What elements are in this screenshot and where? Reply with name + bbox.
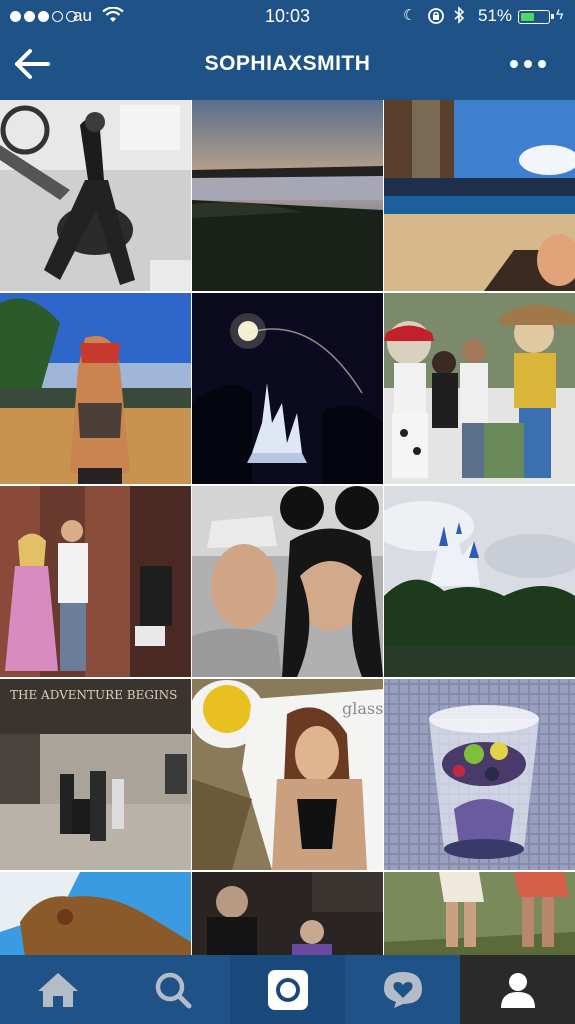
rotation-lock-icon <box>427 7 445 30</box>
status-bar: au 10:03 ☾ 51% ϟ <box>0 0 575 34</box>
photo-tile-fruit-cup[interactable] <box>384 679 575 870</box>
do-not-disturb-icon: ☾ <box>403 7 417 24</box>
photo-tile-bikini[interactable] <box>0 293 191 484</box>
photo-tile-adventure-begins[interactable]: THE ADVENTURE BEGINS <box>0 679 191 870</box>
camera-icon <box>267 969 308 1010</box>
photo-grid: THE ADVENTURE BEGINS glass <box>0 100 575 955</box>
page-title: SOPHIAXSMITH <box>204 52 371 75</box>
photo-tile-gym[interactable] <box>0 100 191 291</box>
photo-tile-magazine-tea[interactable]: glass <box>192 679 383 870</box>
tab-home[interactable] <box>0 955 115 1024</box>
tab-profile[interactable] <box>460 955 575 1024</box>
photo-tile-toy-story[interactable] <box>384 293 575 484</box>
photo-tile-selfie-ears[interactable] <box>192 486 383 677</box>
battery-icon <box>518 10 554 24</box>
profile-nav-bar: SOPHIAXSMITH <box>0 34 575 96</box>
tab-activity[interactable] <box>345 955 460 1024</box>
more-options-button[interactable] <box>510 56 554 72</box>
photo-tile-castle-day[interactable] <box>384 486 575 677</box>
tab-camera[interactable] <box>230 955 345 1024</box>
magazine-word-text: glass <box>342 699 383 718</box>
tab-search[interactable] <box>115 955 230 1024</box>
adventure-sign-text: THE ADVENTURE BEGINS <box>10 688 177 702</box>
photo-tile-castle-night[interactable] <box>192 293 383 484</box>
bottom-tab-bar <box>0 955 575 1024</box>
photo-tile-lake-sunset[interactable] <box>192 100 383 291</box>
photo-tile-legs-outdoor[interactable] <box>384 872 575 955</box>
search-icon <box>155 972 191 1008</box>
profile-icon <box>500 972 535 1008</box>
photo-tile-rapunzel[interactable] <box>0 486 191 677</box>
photo-tile-friends-night[interactable] <box>192 872 383 955</box>
top-header: au 10:03 ☾ 51% ϟ SOPHIAXSMITH <box>0 0 575 100</box>
bluetooth-icon <box>453 6 465 28</box>
home-icon <box>37 972 78 1007</box>
charging-icon: ϟ <box>556 6 564 22</box>
photo-tile-dog-pool[interactable] <box>0 872 191 955</box>
more-dots-icon <box>510 60 518 68</box>
battery-percentage: 51% <box>478 6 513 25</box>
photo-tile-pool[interactable] <box>384 100 575 291</box>
activity-heart-icon <box>383 971 422 1008</box>
